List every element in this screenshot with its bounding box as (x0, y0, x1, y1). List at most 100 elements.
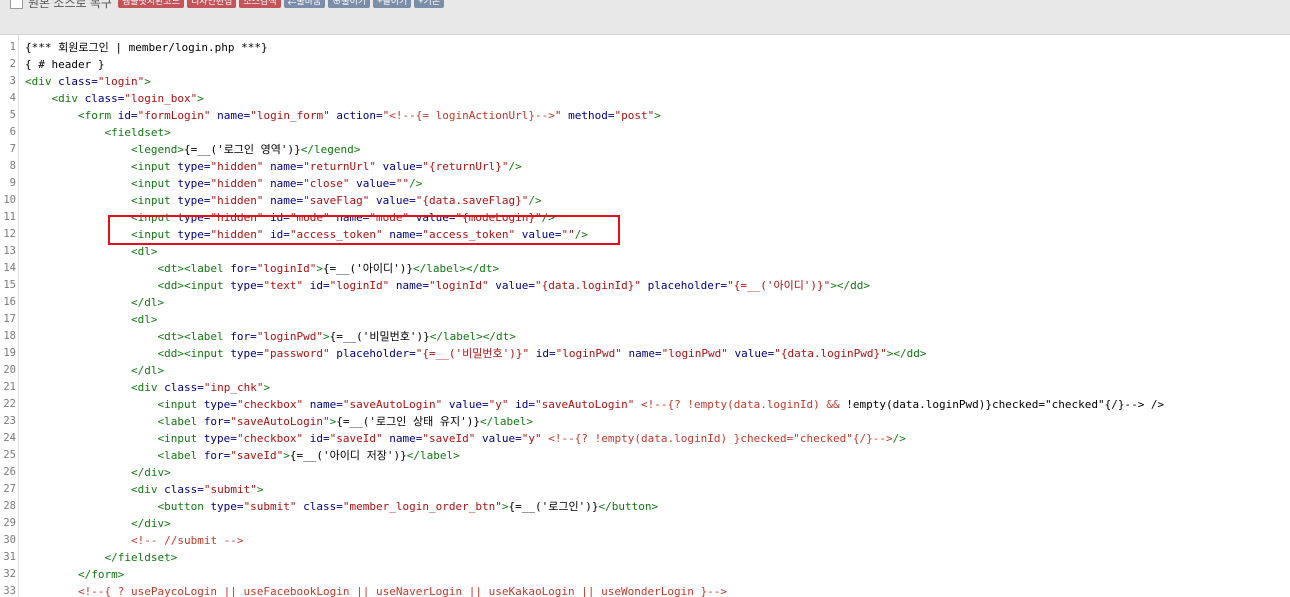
line-source: <dt><label for="loginId">{=__('아이디')}</l… (25, 260, 499, 277)
shrink-button[interactable]: ⊕줄이기 (328, 0, 371, 8)
code-token: <dt><label (157, 262, 231, 275)
code-token: <input (130, 160, 178, 173)
code-token: value= (734, 347, 775, 360)
line-source: <!--{ ? usePaycoLogin || useFacebookLogi… (25, 583, 727, 597)
line-number: 32 (3, 568, 16, 580)
code-token: name= (270, 160, 304, 173)
line-number: 29 (3, 517, 16, 529)
line-number: 25 (3, 449, 16, 461)
line-number: 16 (3, 296, 16, 308)
code-token: {=__('로그인 영역')} (183, 143, 301, 156)
code-token: class= (58, 75, 98, 88)
code-token: type= (177, 228, 211, 241)
line-source: </dl> (25, 294, 164, 311)
code-token: </label> (406, 449, 460, 462)
line-source: </dl> (25, 362, 164, 379)
line-number: 8 (9, 160, 16, 172)
code-token: "mode" (289, 211, 337, 224)
code-token: for= (203, 415, 231, 428)
code-token: "member_login_order_btn" (342, 500, 502, 513)
code-token: > (197, 92, 204, 105)
code-token: <button (157, 500, 211, 513)
line-source: <form id="formLogin" name="login_form" a… (25, 107, 661, 124)
code-token: "inp_chk" (203, 381, 264, 394)
line-source: <input type="hidden" name="returnUrl" va… (25, 158, 522, 175)
code-token: <div (51, 92, 85, 105)
code-token: {=__('아이디')} (323, 262, 414, 275)
line-source: <div class="login"> (25, 73, 151, 90)
line-number: 30 (3, 534, 16, 546)
code-token: <dl> (130, 313, 158, 326)
code-token: "loginPwd" (555, 347, 629, 360)
line-number: 3 (9, 75, 16, 87)
line-source: <input type="checkbox" id="saveId" name=… (25, 430, 905, 447)
code-token: id= (270, 211, 290, 224)
line-number: 7 (9, 143, 16, 155)
code-token: name= (395, 279, 430, 292)
code-token: <dd><input (157, 279, 231, 292)
line-source: { # header } (25, 56, 104, 73)
code-token: type= (210, 500, 244, 513)
line-source: <!-- //submit --> (25, 532, 244, 549)
restore-checkbox[interactable] (10, 0, 23, 9)
line-number: 17 (3, 313, 16, 325)
code-token: "{data.loginId}" (535, 279, 648, 292)
code-token: class= (164, 483, 204, 496)
expand-button[interactable]: +늘이기 (373, 0, 412, 8)
line-number: 9 (9, 177, 16, 189)
code-token: action= (336, 109, 383, 122)
source-search-button[interactable]: 소스검색 (239, 0, 281, 8)
restore-original-option[interactable]: 원본 소스로 복구 (10, 0, 112, 11)
code-token: <!-- //submit --> (130, 534, 244, 547)
code-token: "login" (97, 75, 145, 88)
code-token: type= (230, 347, 264, 360)
line-number: 19 (3, 347, 16, 359)
code-token: name= (270, 194, 304, 207)
design-edit-button[interactable]: 디자인편집 (186, 0, 237, 8)
code-token: name= (389, 432, 423, 445)
code-token: <input (130, 211, 178, 224)
code-token: {=__('아이디 저장')} (289, 449, 407, 462)
line-source: <input type="hidden" id="access_token" n… (25, 226, 588, 243)
code-token: /> (409, 177, 423, 190)
code-token: <input (130, 228, 178, 241)
code-token: ></dd> (830, 279, 871, 292)
editor-toolbar: 원본 소스로 복구 템플릿치환코드 디자인편집 소스검색 ⇄줄바꿈 ⊕줄이기 +… (0, 0, 1290, 35)
default-size-button[interactable]: +기본 (414, 0, 445, 8)
line-number: 1 (9, 41, 16, 53)
code-token: "loginPwd" (661, 347, 735, 360)
code-token: <label (157, 415, 204, 428)
line-number: 31 (3, 551, 16, 563)
code-editor[interactable]: 1 {*** 회원로그인 | member/login.php ***} 2 { # … (0, 35, 1290, 597)
code-token: "{=__('비밀번호')}" (415, 347, 536, 360)
code-token: </dl> (130, 364, 165, 377)
code-token: "{=__('아이디')}" (727, 279, 831, 292)
code-token: "formLogin" (137, 109, 218, 122)
code-token: value= (482, 432, 522, 445)
line-source: <dl> (25, 243, 158, 260)
line-source: <fieldset> (25, 124, 170, 141)
code-token: type= (203, 432, 237, 445)
line-source: </fieldset> (25, 549, 177, 566)
code-token: "saveId" (329, 432, 390, 445)
code-token: <!--{? !empty(data.loginId) && (640, 398, 847, 411)
code-token: value= (415, 211, 456, 224)
code-token: "password" (263, 347, 337, 360)
code-token: <!--{? !empty(data.loginId) }checked="ch… (548, 432, 893, 445)
line-number: 28 (3, 500, 16, 512)
line-wrap-button[interactable]: ⇄줄바꿈 (283, 0, 326, 8)
template-code-button[interactable]: 템플릿치환코드 (118, 0, 184, 8)
